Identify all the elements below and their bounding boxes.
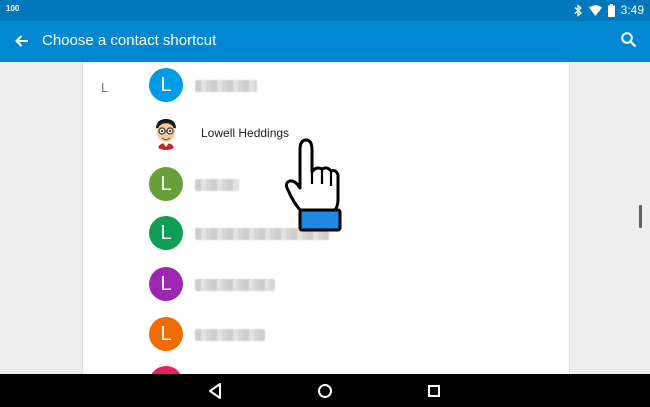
- section-letter: L: [101, 80, 109, 95]
- avatar: L: [149, 68, 183, 102]
- pointing-hand-icon: [284, 138, 342, 232]
- avatar: L: [149, 216, 183, 250]
- home-circle-icon[interactable]: [315, 381, 335, 401]
- blurred-name: [195, 80, 257, 92]
- avatar: L: [149, 167, 183, 201]
- contact-row-lowell[interactable]: Lowell Heddings: [149, 116, 549, 166]
- contact-row[interactable]: L: [149, 216, 549, 266]
- back-arrow-icon[interactable]: [12, 31, 32, 51]
- page-title: Choose a contact shortcut: [42, 32, 217, 49]
- battery-icon: [607, 3, 615, 17]
- status-bar: 100 3:49: [0, 0, 650, 21]
- back-triangle-icon[interactable]: [205, 381, 225, 401]
- search-icon[interactable]: [620, 31, 638, 49]
- app-bar: Choose a contact shortcut: [0, 21, 650, 62]
- scrollbar[interactable]: [639, 205, 642, 228]
- contact-name: Lowell Heddings: [201, 126, 290, 140]
- recents-square-icon[interactable]: [424, 381, 444, 401]
- wifi-icon: [588, 4, 602, 16]
- navigation-bar: [0, 374, 650, 407]
- contact-row[interactable]: L: [149, 317, 549, 367]
- bluetooth-icon: [574, 3, 582, 17]
- contact-row[interactable]: L: [149, 68, 549, 118]
- avatar: L: [149, 267, 183, 301]
- blurred-name: [195, 179, 239, 191]
- contact-row[interactable]: L: [149, 167, 549, 217]
- contact-row[interactable]: [149, 366, 549, 374]
- contact-row[interactable]: L: [149, 267, 549, 317]
- blurred-name: [195, 279, 275, 291]
- caricature-avatar: [155, 119, 177, 150]
- blurred-name: [195, 329, 265, 341]
- avatar: L: [149, 317, 183, 351]
- clock-time: 3:49: [620, 3, 644, 17]
- notification-icon: 100: [6, 4, 20, 13]
- avatar: [149, 366, 183, 374]
